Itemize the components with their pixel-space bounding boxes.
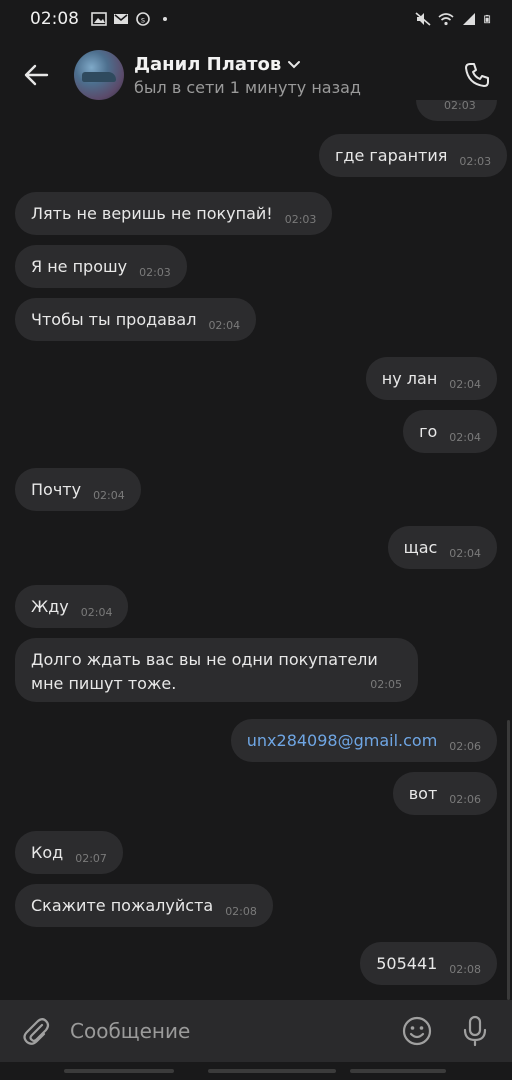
message-text: ну лан [381,369,438,388]
message-time: 02:05 [370,678,402,691]
status-time: 02:08 [30,9,79,29]
avatar[interactable] [74,50,124,100]
message-time: 02:04 [449,378,481,391]
message-text: Лять не веришь не покупай! [31,204,273,223]
message-bubble-out[interactable]: 505441 02:08 [360,942,497,985]
message-text: Скажите пожалуйста [31,896,214,915]
message-input[interactable] [70,1019,400,1043]
smiley-icon [402,1016,432,1046]
message-text: Долго ждать вас вы не одни покупатели мн… [31,650,378,693]
mail-icon [114,14,128,24]
email-link[interactable]: unx284098@gmail.com [247,731,438,750]
message-bubble-in[interactable]: Жду 02:04 [15,585,129,628]
message-text: го [419,422,438,441]
message-text: Код [31,843,64,862]
message-bubble-in[interactable]: Чтобы ты продавал 02:04 [15,298,257,341]
message-text: Чтобы ты продавал [31,310,197,329]
dot-icon [163,17,167,21]
contact-status: был в сети 1 минуту назад [134,77,361,97]
message-time: 02:06 [449,740,481,753]
message-bubble-in[interactable]: Лять не веришь не покупай! 02:03 [15,192,333,235]
message-time: 02:03 [139,266,171,279]
message-time: 02:06 [449,793,481,806]
message-time: 02:08 [449,963,481,976]
message-text: где гарантия [335,146,448,165]
message-bubble-out[interactable]: го 02:04 [403,410,497,453]
emoji-button[interactable] [400,1014,434,1048]
battery-icon [484,14,491,24]
message-bubble-out[interactable]: 02:03 [416,100,497,121]
message-text: 505441 [376,954,438,973]
scrollbar[interactable] [507,720,510,1000]
attach-button[interactable] [20,1015,52,1047]
nav-back[interactable] [350,1069,446,1073]
contact-info[interactable]: Данил Платов был в сети 1 минуту назад [134,54,361,97]
call-button[interactable] [460,58,494,92]
contact-name: Данил Платов [134,53,282,75]
message-bubble-out[interactable]: щас 02:04 [387,526,497,569]
message-time: 02:04 [449,547,481,560]
message-text: щас [403,538,438,557]
back-button[interactable] [16,55,56,95]
message-time: 02:03 [459,155,492,168]
message-time: 02:08 [225,905,257,918]
chevron-down-icon [288,61,301,69]
message-time: 02:03 [284,213,317,226]
message-time: 02:04 [449,431,481,444]
message-text: Почту [31,480,82,499]
message-bubble-in[interactable]: Почту 02:04 [15,468,141,511]
message-text: вот [408,784,438,803]
message-bubble-in[interactable]: Я не прошу 02:03 [15,245,187,288]
status-bar: 02:08 s [0,0,512,38]
voice-record-button[interactable] [458,1014,492,1048]
message-text: Я не прошу [31,257,128,276]
mute-icon [415,12,431,26]
paperclip-icon [23,1018,50,1045]
message-time: 02:04 [80,606,113,619]
message-time: 02:04 [208,319,241,332]
wifi-icon [438,13,454,26]
message-bubble-out[interactable]: где гарантия 02:03 [319,134,508,177]
message-bubble-in[interactable]: Код 02:07 [15,831,123,874]
system-nav-bar [0,1062,512,1080]
arrow-left-icon [24,64,49,86]
message-bubble-out[interactable]: вот 02:06 [392,772,497,815]
microphone-icon [463,1015,487,1047]
phone-icon [465,63,489,87]
nav-home[interactable] [208,1069,336,1073]
message-text: Жду [31,597,69,616]
skype-icon: s [136,12,150,26]
composer [0,1000,512,1062]
signal-icon [463,13,475,25]
image-icon [91,12,107,26]
message-bubble-out[interactable]: ну лан 02:04 [365,357,497,400]
message-bubble-in[interactable]: Скажите пожалуйста 02:08 [15,884,273,927]
nav-recents[interactable] [64,1069,174,1073]
message-time: 02:03 [444,100,476,112]
svg-text:s: s [141,16,145,25]
message-time: 02:04 [93,489,125,502]
message-list[interactable]: 02:03 где гарантия 02:03 Лять не веришь … [0,100,512,1000]
message-bubble-out[interactable]: unx284098@gmail.com 02:06 [230,719,497,762]
message-time: 02:07 [75,852,107,865]
message-bubble-in[interactable]: Долго ждать вас вы не одни покупатели мн… [15,638,418,702]
